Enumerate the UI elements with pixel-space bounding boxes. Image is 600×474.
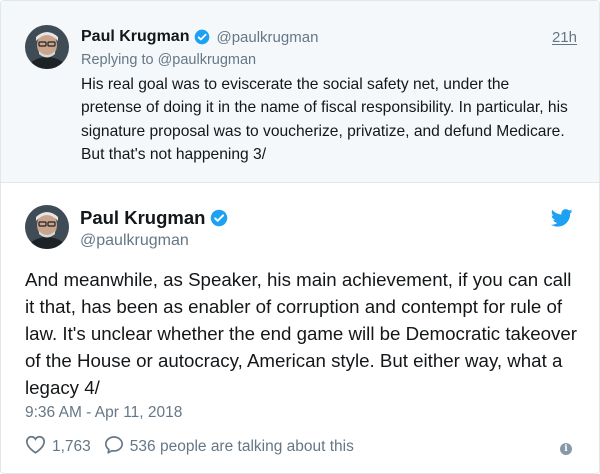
- tweet-actions: 1,763 536 people are talking about this: [25, 435, 354, 459]
- author-handle[interactable]: @paulkrugman: [216, 29, 318, 46]
- tweet-time-link[interactable]: 21h: [552, 29, 577, 46]
- verified-badge-icon: [210, 209, 228, 227]
- info-icon[interactable]: i: [560, 443, 572, 455]
- author-name[interactable]: Paul Krugman: [81, 28, 189, 46]
- replying-to[interactable]: Replying to @paulkrugman: [81, 52, 256, 68]
- conversation-link[interactable]: 536 people are talking about this: [104, 435, 354, 459]
- like-button[interactable]: 1,763: [25, 435, 91, 459]
- like-count: 1,763: [52, 438, 91, 455]
- tweet-embed: Paul Krugman @paulkrugman 21h Replying t…: [0, 0, 600, 474]
- talking-count: 536 people are talking about this: [129, 438, 354, 455]
- verified-badge-icon: [194, 29, 210, 45]
- avatar[interactable]: [25, 25, 69, 69]
- author-handle[interactable]: @paulkrugman: [80, 232, 189, 250]
- parent-tweet[interactable]: Paul Krugman @paulkrugman 21h Replying t…: [1, 1, 599, 183]
- heart-icon: [25, 435, 46, 459]
- tweet-timestamp[interactable]: 9:36 AM - Apr 11, 2018: [25, 404, 182, 422]
- twitter-bird-icon[interactable]: [550, 209, 573, 232]
- speech-bubble-icon: [104, 435, 124, 459]
- avatar[interactable]: [25, 205, 69, 249]
- tweet-text: And meanwhile, as Speaker, his main achi…: [25, 269, 578, 398]
- author-name[interactable]: Paul Krugman: [80, 207, 205, 229]
- parent-tweet-text: His real goal was to eviscerate the soci…: [81, 76, 568, 164]
